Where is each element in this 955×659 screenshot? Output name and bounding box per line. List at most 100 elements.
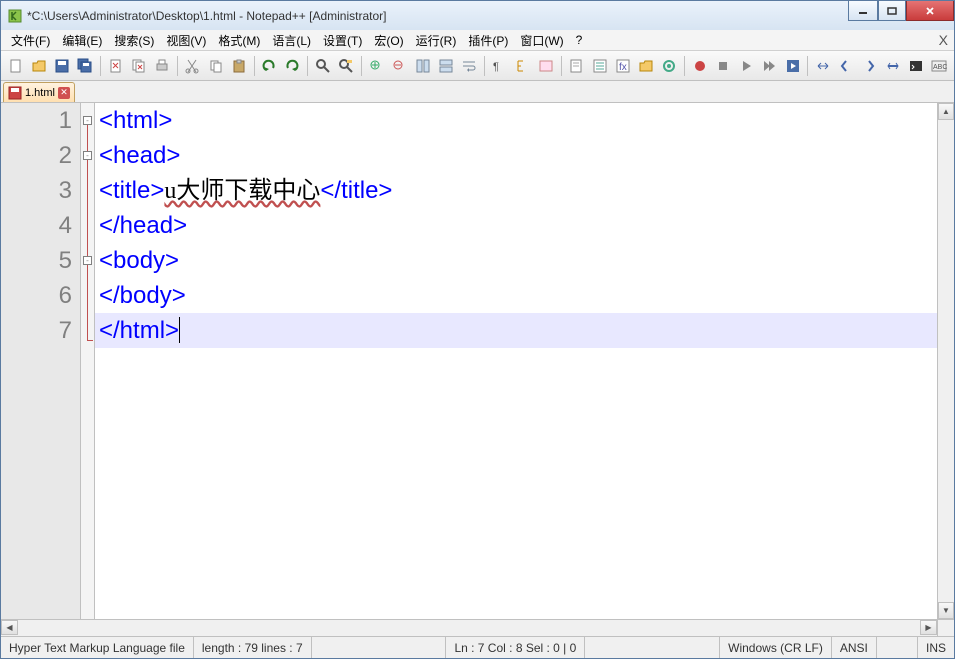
vertical-scrollbar[interactable]: ▲ ▼ xyxy=(937,103,954,619)
menu-run[interactable]: 运行(R) xyxy=(410,30,463,51)
toolbar-sep xyxy=(484,56,485,76)
fold-toggle[interactable]: - xyxy=(83,256,92,265)
status-bar: Hyper Text Markup Language file length :… xyxy=(1,636,954,658)
find-button[interactable] xyxy=(312,55,333,77)
scroll-track[interactable] xyxy=(938,120,954,602)
toolbar-sep xyxy=(307,56,308,76)
menu-plugins[interactable]: 插件(P) xyxy=(462,30,514,51)
record-macro-button[interactable] xyxy=(689,55,710,77)
folder-workspace-button[interactable] xyxy=(635,55,656,77)
new-button[interactable] xyxy=(5,55,26,77)
toolbar-sep xyxy=(684,56,685,76)
paste-button[interactable] xyxy=(228,55,249,77)
code-line: </head> xyxy=(95,208,937,243)
play-multi-button[interactable] xyxy=(759,55,780,77)
status-eol: Windows (CR LF) xyxy=(720,637,832,658)
line-number: 3 xyxy=(1,173,72,208)
print-button[interactable] xyxy=(152,55,173,77)
file-tab[interactable]: 1.html ✕ xyxy=(3,82,75,102)
text-cursor xyxy=(179,317,180,343)
func-list-button[interactable]: fx xyxy=(612,55,633,77)
menu-view[interactable]: 视图(V) xyxy=(160,30,212,51)
fold-toggle[interactable]: - xyxy=(83,116,92,125)
toolbar-sep xyxy=(807,56,808,76)
zoom-out-button[interactable] xyxy=(389,55,410,77)
scroll-down-button[interactable]: ▼ xyxy=(938,602,954,619)
redo-button[interactable] xyxy=(282,55,303,77)
line-number-gutter: 1 2 3 4 5 6 7 xyxy=(1,103,81,619)
tab-label: 1.html xyxy=(25,87,55,99)
maximize-button[interactable] xyxy=(878,1,906,21)
play-macro-button[interactable] xyxy=(735,55,756,77)
replace-button[interactable] xyxy=(335,55,356,77)
user-lang-button[interactable] xyxy=(535,55,556,77)
doc-list-button[interactable] xyxy=(589,55,610,77)
tb-extra4[interactable] xyxy=(882,55,903,77)
undo-button[interactable] xyxy=(259,55,280,77)
scroll-up-button[interactable]: ▲ xyxy=(938,103,954,120)
tb-extra3[interactable] xyxy=(859,55,880,77)
toolbar-sep xyxy=(361,56,362,76)
tab-unsaved-icon xyxy=(8,86,22,100)
status-encoding: ANSI xyxy=(832,637,877,658)
tb-extra2[interactable] xyxy=(835,55,856,77)
menu-search[interactable]: 搜索(S) xyxy=(108,30,160,51)
scroll-left-button[interactable]: ◀ xyxy=(1,620,18,635)
sync-v-button[interactable] xyxy=(412,55,433,77)
indent-guide-button[interactable] xyxy=(512,55,533,77)
minimize-button[interactable] xyxy=(848,1,878,21)
code-line: <body> xyxy=(95,243,937,278)
code-line: <head> xyxy=(95,138,937,173)
fold-toggle[interactable]: - xyxy=(83,151,92,160)
menu-window[interactable]: 窗口(W) xyxy=(514,30,569,51)
monitor-button[interactable] xyxy=(659,55,680,77)
save-all-button[interactable] xyxy=(75,55,96,77)
tab-bar: 1.html ✕ xyxy=(1,81,954,103)
horizontal-scrollbar[interactable]: ◀ ▶ xyxy=(1,619,937,636)
svg-text:fx: fx xyxy=(619,62,627,73)
stop-macro-button[interactable] xyxy=(712,55,733,77)
sync-h-button[interactable] xyxy=(435,55,456,77)
tb-console[interactable] xyxy=(905,55,926,77)
menu-language[interactable]: 语言(L) xyxy=(266,30,317,51)
line-number: 7 xyxy=(1,313,72,348)
close-button[interactable] xyxy=(906,1,954,21)
zoom-in-button[interactable] xyxy=(366,55,387,77)
open-button[interactable] xyxy=(28,55,49,77)
close-all-button[interactable] xyxy=(128,55,149,77)
code-line: <title>u大师下载中心</title> xyxy=(95,173,937,208)
show-all-chars-button[interactable]: ¶ xyxy=(489,55,510,77)
status-spacer xyxy=(312,637,447,658)
code-area[interactable]: <html> <head> <title>u大师下载中心</title> </h… xyxy=(95,103,937,619)
editor-area: 1 2 3 4 5 6 7 - - - <html> <head> <title… xyxy=(1,103,954,619)
toolbar: ¶ fx ABC xyxy=(1,51,954,81)
cut-button[interactable] xyxy=(182,55,203,77)
menu-file[interactable]: 文件(F) xyxy=(5,30,56,51)
doc-map-button[interactable] xyxy=(566,55,587,77)
line-number: 4 xyxy=(1,208,72,243)
save-button[interactable] xyxy=(52,55,73,77)
scroll-right-button[interactable]: ▶ xyxy=(920,620,937,635)
close-file-button[interactable] xyxy=(105,55,126,77)
tab-close-icon[interactable]: ✕ xyxy=(58,87,70,99)
menu-help[interactable]: ? xyxy=(570,31,589,49)
copy-button[interactable] xyxy=(205,55,226,77)
menubar-close-x[interactable]: X xyxy=(939,32,948,48)
svg-text:¶: ¶ xyxy=(493,61,499,73)
menu-settings[interactable]: 设置(T) xyxy=(317,30,368,51)
line-number: 1 xyxy=(1,103,72,138)
status-spacer xyxy=(877,637,918,658)
window-buttons xyxy=(848,1,954,21)
menu-format[interactable]: 格式(M) xyxy=(212,30,266,51)
menu-macro[interactable]: 宏(O) xyxy=(368,30,409,51)
wrap-button[interactable] xyxy=(459,55,480,77)
title-bar[interactable]: *C:\Users\Administrator\Desktop\1.html -… xyxy=(1,1,954,30)
toolbar-sep xyxy=(100,56,101,76)
save-macro-button[interactable] xyxy=(782,55,803,77)
scroll-track[interactable] xyxy=(18,620,920,636)
window-title: *C:\Users\Administrator\Desktop\1.html -… xyxy=(27,9,386,23)
tb-spellcheck[interactable]: ABC xyxy=(929,55,950,77)
tb-extra1[interactable] xyxy=(812,55,833,77)
menu-edit[interactable]: 编辑(E) xyxy=(56,30,108,51)
status-position: Ln : 7 Col : 8 Sel : 0 | 0 xyxy=(446,637,585,658)
